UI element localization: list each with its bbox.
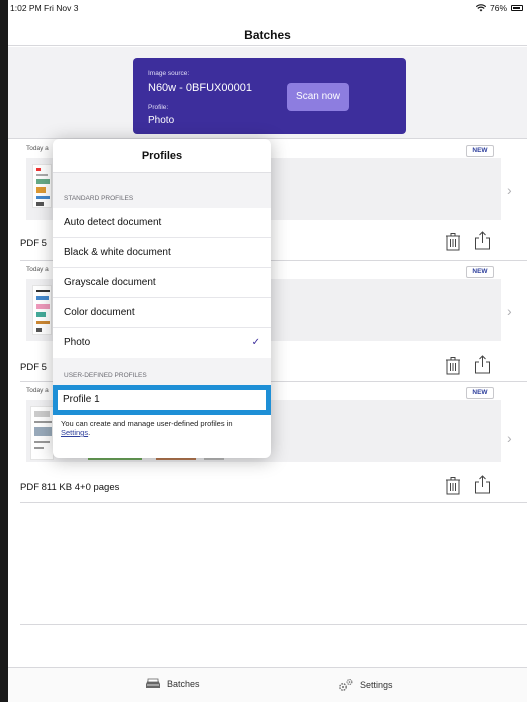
profile-item-label: Profile 1 [63, 394, 100, 405]
status-time: 1:02 PM Fri Nov 3 [10, 3, 79, 13]
app-screen: 1:02 PM Fri Nov 3 76% Batches Image sour… [8, 0, 527, 702]
profile-item-label: Black & white document [64, 247, 171, 258]
status-right: 76% [475, 3, 523, 13]
tab-batches[interactable]: Batches [145, 678, 200, 689]
batch-info: PDF 5 [20, 362, 47, 373]
battery-percent: 76% [489, 3, 507, 13]
divider [20, 502, 527, 503]
tab-bar: Batches Settings [8, 667, 527, 702]
scanner-header: Image source: N60w - 0BFUX00001 Profile:… [8, 47, 527, 139]
image-source-value[interactable]: N60w - 0BFUX00001 [148, 82, 252, 94]
batch-date: Today a [26, 266, 49, 273]
new-badge: NEW [466, 387, 494, 399]
battery-icon [511, 5, 523, 11]
tab-label: Batches [167, 678, 200, 689]
batch-info: PDF 5 [20, 238, 47, 249]
note-end: . [88, 428, 91, 437]
popover-title: Profiles [53, 139, 271, 173]
profile-item-label: Color document [64, 307, 135, 318]
note-text: You can create and manage user-defined p… [61, 419, 233, 428]
new-badge: NEW [466, 145, 494, 157]
profile-item-photo[interactable]: Photo ✓ [53, 328, 271, 358]
share-icon[interactable] [474, 355, 491, 374]
chevron-right-icon[interactable]: › [507, 182, 512, 198]
scanner-card[interactable]: Image source: N60w - 0BFUX00001 Profile:… [133, 58, 406, 134]
profile-item-color[interactable]: Color document [53, 298, 271, 328]
chevron-right-icon[interactable]: › [507, 303, 512, 319]
gears-icon [339, 679, 353, 691]
profile-item-profile-1[interactable]: Profile 1 [53, 385, 271, 415]
checkmark-icon: ✓ [251, 337, 260, 348]
profile-item-black-white[interactable]: Black & white document [53, 238, 271, 268]
image-source-label: Image source: [148, 70, 190, 77]
profiles-popover: Profiles STANDARD PROFILES Auto detect d… [53, 139, 271, 458]
scanner-tray-icon [146, 678, 160, 688]
wifi-icon [475, 4, 486, 12]
batch-info: PDF 811 KB 4+0 pages [20, 482, 120, 493]
share-icon[interactable] [474, 475, 491, 494]
user-profiles-note: You can create and manage user-defined p… [53, 415, 271, 437]
tab-label: Settings [360, 680, 393, 690]
user-profiles-header: USER-DEFINED PROFILES [53, 358, 271, 385]
profile-item-auto-detect[interactable]: Auto detect document [53, 208, 271, 238]
status-bar: 1:02 PM Fri Nov 3 76% [8, 0, 527, 16]
nav-bar: Batches [8, 16, 527, 46]
page-thumbnail [30, 406, 54, 460]
profile-item-grayscale[interactable]: Grayscale document [53, 268, 271, 298]
trash-icon[interactable] [446, 357, 460, 375]
profile-label: Profile: [148, 104, 169, 111]
standard-profiles-header: STANDARD PROFILES [53, 173, 271, 208]
settings-link[interactable]: Settings [61, 428, 88, 437]
share-icon[interactable] [474, 231, 491, 250]
batch-date: Today a [26, 145, 49, 152]
page-thumbnail [32, 164, 52, 208]
scan-now-button[interactable]: Scan now [287, 83, 349, 111]
trash-icon[interactable] [446, 233, 460, 251]
batch-date: Today a [26, 387, 49, 394]
page-thumbnail [32, 285, 52, 335]
new-badge: NEW [466, 266, 494, 278]
profile-value[interactable]: Photo [148, 115, 174, 126]
profile-item-label: Auto detect document [64, 217, 162, 228]
profile-item-label: Photo [64, 337, 91, 348]
divider [20, 624, 527, 625]
chevron-right-icon[interactable]: › [507, 430, 512, 446]
trash-icon[interactable] [446, 477, 460, 495]
profile-item-label: Grayscale document [64, 277, 156, 288]
tab-settings[interactable]: Settings [338, 678, 393, 692]
